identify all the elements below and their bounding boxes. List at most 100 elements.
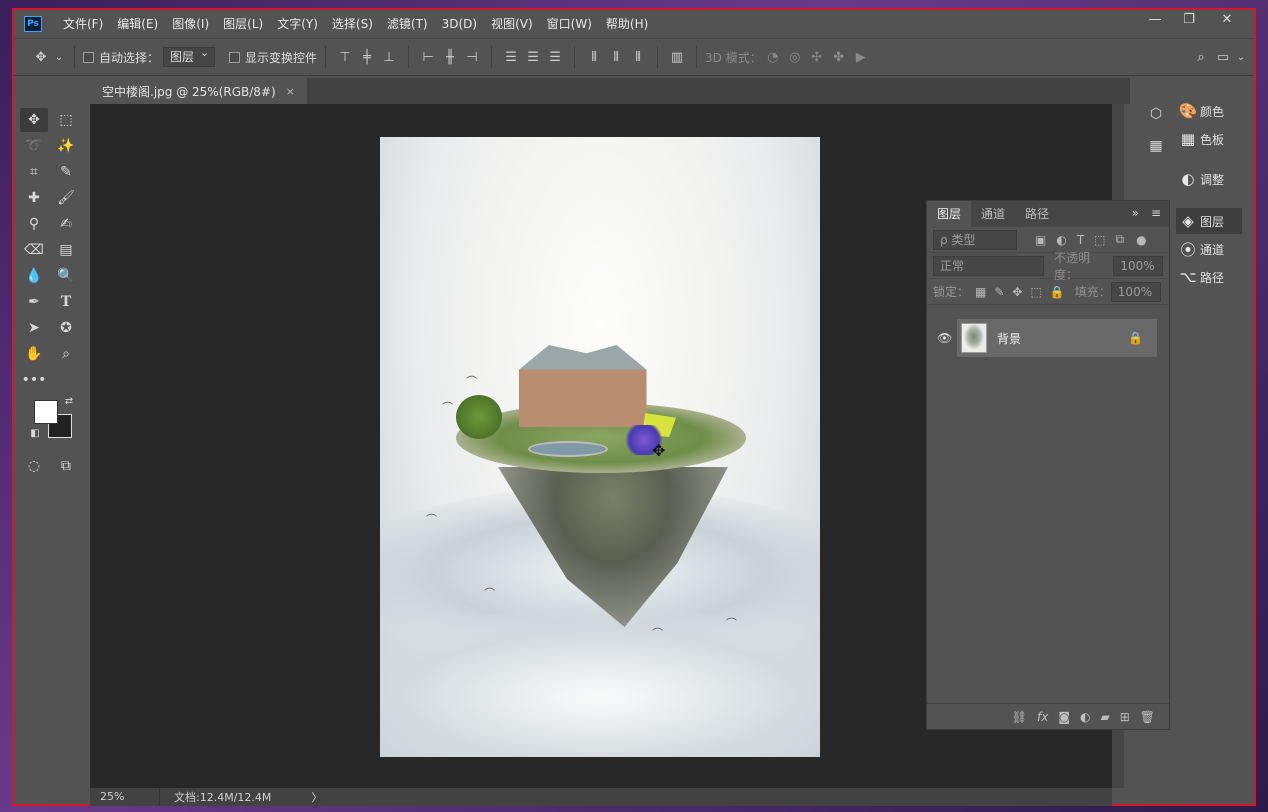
magic-wand-tool-icon[interactable]: ✨ <box>52 134 80 158</box>
auto-select-checkbox[interactable] <box>83 51 94 63</box>
panel-adjustments[interactable]: ◐ 调整 <box>1176 166 1242 192</box>
workspace-icon[interactable]: ▭ <box>1212 46 1234 68</box>
menu-help[interactable]: 帮助(H) <box>599 10 655 38</box>
menu-3d[interactable]: 3D(D) <box>435 10 484 38</box>
workspace-chevron-icon[interactable]: ⌄ <box>1234 46 1248 68</box>
menu-select[interactable]: 选择(S) <box>325 10 380 38</box>
3d-orbit-icon[interactable]: ◔ <box>762 46 784 68</box>
foreground-color-swatch[interactable] <box>34 400 58 424</box>
custom-shape-tool-icon[interactable]: ✪ <box>52 316 80 340</box>
align-right-icon[interactable]: ⊣ <box>461 46 483 68</box>
align-top-icon[interactable]: ⊤ <box>334 46 356 68</box>
opacity-field[interactable]: 100% <box>1113 255 1163 276</box>
quick-mask-icon[interactable]: ◌ <box>20 454 48 478</box>
status-menu-arrow-icon[interactable]: 〉 <box>311 789 322 805</box>
document-image[interactable]: ⌒ ⌒ ⌒ ⌒ ⌒ ⌒ ✥ <box>380 137 820 757</box>
clone-stamp-tool-icon[interactable]: ⚲ <box>20 212 48 236</box>
fx-icon[interactable]: fx <box>1037 710 1048 724</box>
tab-channels[interactable]: 通道 <box>971 201 1015 227</box>
history-brush-tool-icon[interactable]: ✍ <box>52 212 80 236</box>
menu-file[interactable]: 文件(F) <box>56 10 110 38</box>
panel-swatches[interactable]: ▦ 色板 <box>1176 126 1242 152</box>
menu-edit[interactable]: 编辑(E) <box>110 10 165 38</box>
filter-adjustment-icon[interactable]: ◐ <box>1056 233 1066 247</box>
add-mask-icon[interactable]: ◙ <box>1058 710 1070 724</box>
distribute-left-icon[interactable]: ⫴ <box>583 46 605 68</box>
restore-button[interactable]: ❐ <box>1172 10 1206 30</box>
panel-color[interactable]: 🎨 颜色 <box>1176 98 1242 124</box>
brush-tool-icon[interactable]: 🖌 <box>52 186 80 210</box>
screen-mode-icon[interactable]: ⧉ <box>52 454 80 478</box>
menu-type[interactable]: 文字(Y) <box>270 10 325 38</box>
lock-position-icon[interactable]: ✥ <box>1012 285 1022 299</box>
path-selection-tool-icon[interactable]: ➤ <box>20 316 48 340</box>
panel-paths[interactable]: ⌥ 路径 <box>1176 264 1242 290</box>
panel-layers[interactable]: ◈ 图层 <box>1176 208 1242 234</box>
crop-tool-icon[interactable]: ⌗ <box>20 160 48 184</box>
marquee-tool-icon[interactable]: ⬚ <box>52 108 80 132</box>
panel-channels[interactable]: ⦿ 通道 <box>1176 236 1242 262</box>
menu-window[interactable]: 窗口(W) <box>540 10 599 38</box>
lock-image-icon[interactable]: ✎ <box>994 285 1004 299</box>
fill-field[interactable]: 100% <box>1110 281 1161 302</box>
new-layer-icon[interactable]: ⊞ <box>1120 710 1130 724</box>
menu-filter[interactable]: 滤镜(T) <box>380 10 435 38</box>
menu-image[interactable]: 图像(I) <box>165 10 216 38</box>
distribute-right-icon[interactable]: ⫴ <box>627 46 649 68</box>
align-vcenter-icon[interactable]: ╪ <box>356 46 378 68</box>
layer-row[interactable]: 背景 🔒 <box>957 319 1157 357</box>
swap-colors-icon[interactable]: ⇄ <box>62 394 76 408</box>
auto-select-dropdown[interactable]: 图层 <box>163 45 216 67</box>
move-tool-icon[interactable]: ✥ <box>30 46 52 68</box>
lock-transparent-icon[interactable]: ▦ <box>975 285 986 299</box>
tab-layers[interactable]: 图层 <box>927 201 972 227</box>
distribute-hcenter-icon[interactable]: ⫴ <box>605 46 627 68</box>
search-icon[interactable]: ⌕ <box>1190 46 1212 68</box>
layer-filter-dropdown[interactable]: ρ 类型 <box>933 229 1017 250</box>
new-group-icon[interactable]: ▰ <box>1100 710 1109 724</box>
delete-layer-icon[interactable]: 🗑 <box>1140 710 1155 724</box>
document-tab[interactable]: 空中楼阁.jpg @ 25%(RGB/8#) × <box>90 78 307 104</box>
collapse-panel-icon[interactable]: » <box>1132 206 1139 220</box>
dodge-tool-icon[interactable]: 🔍 <box>52 264 80 288</box>
filter-type-icon[interactable]: T <box>1077 233 1084 247</box>
layer-lock-icon[interactable]: 🔒 <box>1128 331 1143 345</box>
lock-all-icon[interactable]: 🔒 <box>1050 285 1065 299</box>
tool-preset-chevron-icon[interactable]: ⌄ <box>52 46 66 68</box>
zoom-level[interactable]: 25% <box>90 788 160 806</box>
3d-slide-icon[interactable]: ✤ <box>828 46 850 68</box>
healing-brush-tool-icon[interactable]: ✚ <box>20 186 48 210</box>
filter-smart-object-icon[interactable]: ⧉ <box>1116 232 1125 247</box>
gradient-tool-icon[interactable]: ▤ <box>52 238 80 262</box>
panel-menu-icon[interactable]: ≡ <box>1151 206 1161 220</box>
align-left-icon[interactable]: ⊢ <box>417 46 439 68</box>
show-transform-checkbox[interactable] <box>229 51 241 63</box>
3d-pan-icon[interactable]: ✣ <box>806 46 828 68</box>
more-tools-icon[interactable]: ••• <box>20 368 48 392</box>
filter-toggle-icon[interactable]: ● <box>1136 233 1146 247</box>
eyedropper-tool-icon[interactable]: ✎ <box>52 160 80 184</box>
eraser-tool-icon[interactable]: ⌫ <box>20 238 48 262</box>
link-layers-icon[interactable]: ⛓ <box>1012 710 1027 724</box>
move-tool-icon[interactable]: ✥ <box>20 108 48 132</box>
blend-mode-dropdown[interactable]: 正常 <box>933 255 1044 276</box>
filter-shape-icon[interactable]: ⬚ <box>1094 233 1105 247</box>
pen-tool-icon[interactable]: ✒ <box>20 290 48 314</box>
filter-pixel-icon[interactable]: ▣ <box>1035 233 1046 247</box>
3d-scale-icon[interactable]: ▶ <box>850 46 872 68</box>
new-adjustment-icon[interactable]: ◐ <box>1080 710 1090 724</box>
auto-align-icon[interactable]: ▥ <box>666 46 688 68</box>
distribute-vcenter-icon[interactable]: ☰ <box>522 46 544 68</box>
properties-icon[interactable]: ▦ <box>1142 134 1170 158</box>
visibility-eye-icon[interactable]: 👁 <box>937 331 952 345</box>
align-bottom-icon[interactable]: ⊥ <box>378 46 400 68</box>
blur-tool-icon[interactable]: 💧 <box>20 264 48 288</box>
hand-tool-icon[interactable]: ✋ <box>20 342 48 366</box>
zoom-tool-icon[interactable]: ⌕ <box>52 342 80 366</box>
lock-artboard-icon[interactable]: ⬚ <box>1030 285 1041 299</box>
close-window-button[interactable]: ✕ <box>1210 10 1244 30</box>
minimize-button[interactable]: — <box>1138 10 1172 30</box>
3d-roll-icon[interactable]: ◎ <box>784 46 806 68</box>
menu-layer[interactable]: 图层(L) <box>216 10 270 38</box>
3d-cube-icon[interactable]: ⬡ <box>1142 102 1170 126</box>
